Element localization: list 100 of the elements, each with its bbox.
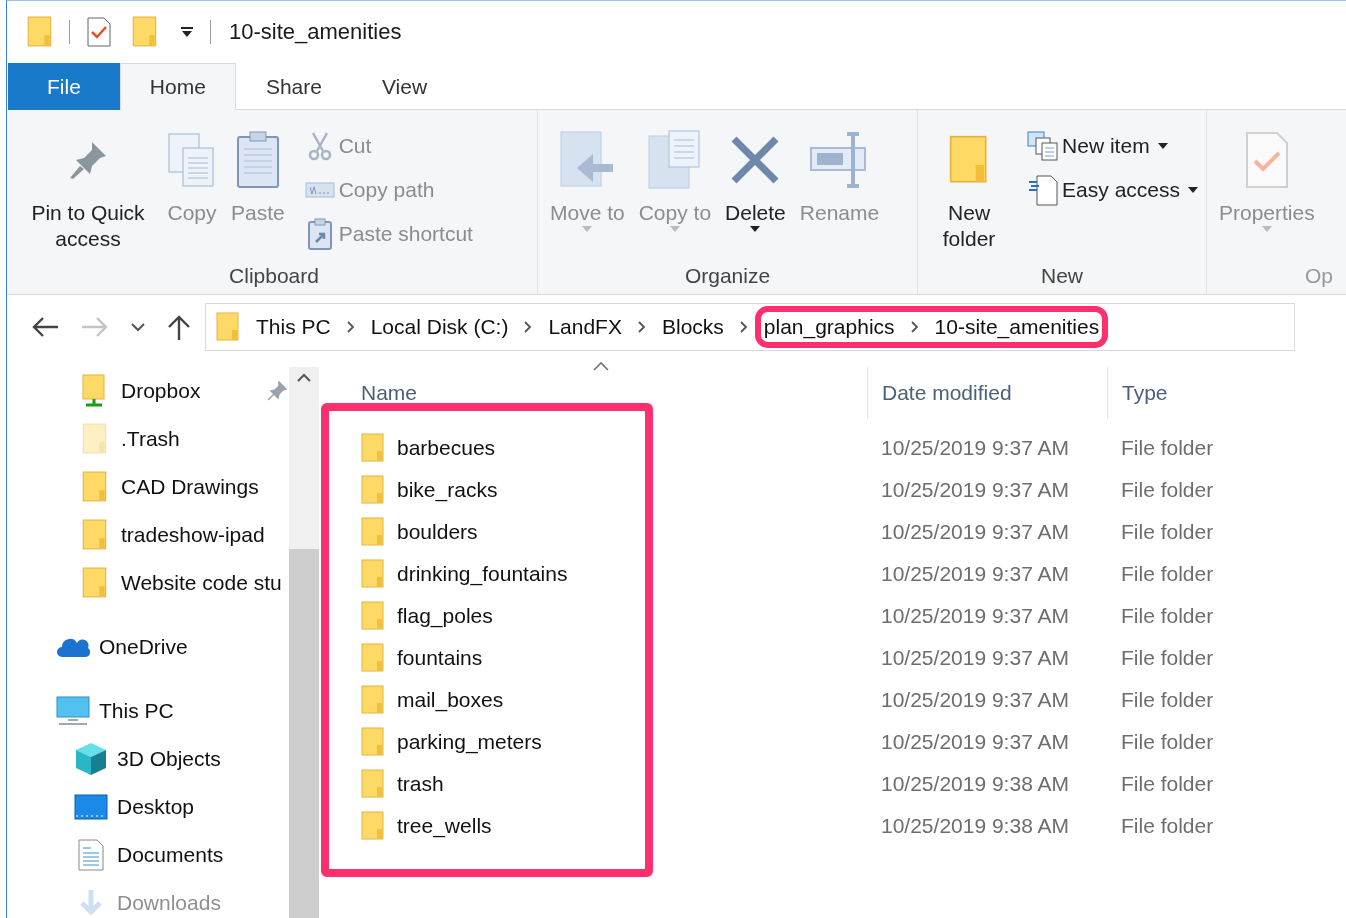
breadcrumb[interactable]: Blocks <box>661 315 724 339</box>
file-name[interactable]: barbecues <box>397 436 496 460</box>
folder-icon <box>27 16 53 48</box>
move-icon <box>559 130 616 190</box>
nav-item[interactable]: 3D Objects <box>7 735 289 783</box>
breadcrumb[interactable]: 10-site_amenities <box>934 315 1100 339</box>
folder-icon <box>361 685 385 715</box>
nav-item[interactable]: OneDrive <box>7 623 289 671</box>
breadcrumb[interactable]: LandFX <box>548 315 622 339</box>
window-title: 10-site_amenities <box>229 19 402 45</box>
nav-item[interactable]: .Trash <box>7 415 289 463</box>
table-cell: File folder <box>1121 772 1214 795</box>
ribbon-command[interactable]: New folder <box>926 120 1013 264</box>
column-header[interactable]: Name <box>361 381 418 405</box>
scissors-icon <box>306 131 333 161</box>
table-cell: File folder <box>1121 562 1214 585</box>
folder-icon <box>361 769 385 799</box>
copy-to-icon <box>646 130 703 190</box>
document-icon <box>1028 174 1059 206</box>
folder-icon <box>82 471 108 503</box>
new-item-icon <box>1027 131 1060 161</box>
checklist-icon[interactable] <box>86 16 112 48</box>
folder-icon <box>361 601 385 631</box>
group-label: Organize <box>683 264 772 289</box>
pin-icon[interactable] <box>267 381 287 401</box>
table-cell: 10/25/2019 9:37 AM <box>881 688 1069 711</box>
folder-icon <box>82 567 108 599</box>
nav-item[interactable]: Dropbox <box>7 367 289 415</box>
file-name[interactable]: tree_wells <box>397 814 492 838</box>
ribbon-tab[interactable]: Share <box>235 63 352 110</box>
folder-icon <box>132 16 158 48</box>
clipboard-icon <box>235 131 280 189</box>
monitor-icon <box>56 696 90 726</box>
breadcrumb[interactable]: plan_graphics <box>763 315 895 339</box>
scrollbar[interactable] <box>289 367 319 918</box>
group-label: Op <box>1304 264 1334 289</box>
column-header[interactable]: Date modified <box>882 381 1012 405</box>
chevron-icon[interactable] <box>346 321 355 333</box>
back-arrow-icon[interactable] <box>31 316 59 338</box>
table-cell: 10/25/2019 9:37 AM <box>881 436 1069 459</box>
file-name[interactable]: flag_poles <box>397 604 493 628</box>
ribbon-command[interactable]: Pin to Quick access <box>19 120 157 264</box>
folder-icon <box>361 727 385 757</box>
nav-item[interactable]: This PC <box>7 687 289 735</box>
chevron-icon[interactable] <box>524 321 533 333</box>
file-name[interactable]: drinking_fountains <box>397 562 568 586</box>
cloud-icon <box>56 636 90 658</box>
file-name[interactable]: mail_boxes <box>397 688 504 712</box>
chevron-down-icon[interactable] <box>131 322 145 332</box>
table-cell: 10/25/2019 9:37 AM <box>881 478 1069 501</box>
scroll-up-icon[interactable] <box>297 373 311 383</box>
copy-icon <box>167 132 217 188</box>
table-cell: File folder <box>1121 646 1214 669</box>
folder-icon <box>361 811 385 841</box>
nav-item[interactable]: Desktop <box>7 783 289 831</box>
cube-icon <box>74 742 108 776</box>
breadcrumb[interactable]: Local Disk (C:) <box>370 315 509 339</box>
table-cell: 10/25/2019 9:37 AM <box>881 562 1069 585</box>
ribbon-tab[interactable]: Home <box>119 63 236 110</box>
ribbon-tab[interactable]: File <box>8 63 120 110</box>
table-cell: File folder <box>1121 436 1214 459</box>
dropdown-icon[interactable] <box>180 26 194 38</box>
table-cell: File folder <box>1121 478 1214 501</box>
folder-icon <box>361 433 385 463</box>
table-cell: 10/25/2019 9:37 AM <box>881 604 1069 627</box>
table-cell: File folder <box>1121 604 1214 627</box>
nav-item[interactable]: tradeshow-ipad <box>7 511 289 559</box>
breadcrumb[interactable]: This PC <box>256 315 331 339</box>
address-bar[interactable]: This PC Local Disk (C:) LandFX Blocks plan_graphics 10-site_amenities <box>205 303 1295 351</box>
file-name[interactable]: boulders <box>397 520 478 544</box>
folder-icon <box>361 643 385 673</box>
ribbon-tab[interactable]: View <box>351 63 458 110</box>
folder-icon <box>82 374 108 408</box>
nav-item[interactable]: Website code stu <box>7 559 289 607</box>
file-name[interactable]: bike_racks <box>397 478 498 502</box>
chevron-icon[interactable] <box>739 321 748 333</box>
chevron-icon[interactable] <box>637 321 646 333</box>
folder-icon <box>361 517 385 547</box>
properties-icon <box>1244 131 1289 189</box>
folder-icon <box>82 519 108 551</box>
ribbon-command[interactable]: Delete <box>721 120 790 264</box>
folder-icon <box>361 559 385 589</box>
nav-item[interactable]: Documents <box>7 831 289 879</box>
table-cell: File folder <box>1121 520 1214 543</box>
chevron-icon[interactable] <box>910 321 919 333</box>
desktop-icon <box>74 794 108 820</box>
up-arrow-icon[interactable] <box>167 314 191 340</box>
file-name[interactable]: trash <box>397 772 444 796</box>
table-cell: 10/25/2019 9:38 AM <box>881 814 1069 837</box>
nav-item[interactable]: CAD Drawings <box>7 463 289 511</box>
file-name[interactable]: fountains <box>397 646 483 670</box>
shortcut-icon <box>306 218 333 250</box>
ribbon-command[interactable]: Easy access <box>1026 172 1198 208</box>
folder-icon <box>82 423 108 455</box>
file-name[interactable]: parking_meters <box>397 730 542 754</box>
table-cell: 10/25/2019 9:37 AM <box>881 646 1069 669</box>
column-header[interactable]: Type <box>1122 381 1168 405</box>
table-cell: 10/25/2019 9:38 AM <box>881 772 1069 795</box>
ribbon-command[interactable]: New item <box>1026 128 1198 164</box>
table-cell: 10/25/2019 9:37 AM <box>881 730 1069 753</box>
